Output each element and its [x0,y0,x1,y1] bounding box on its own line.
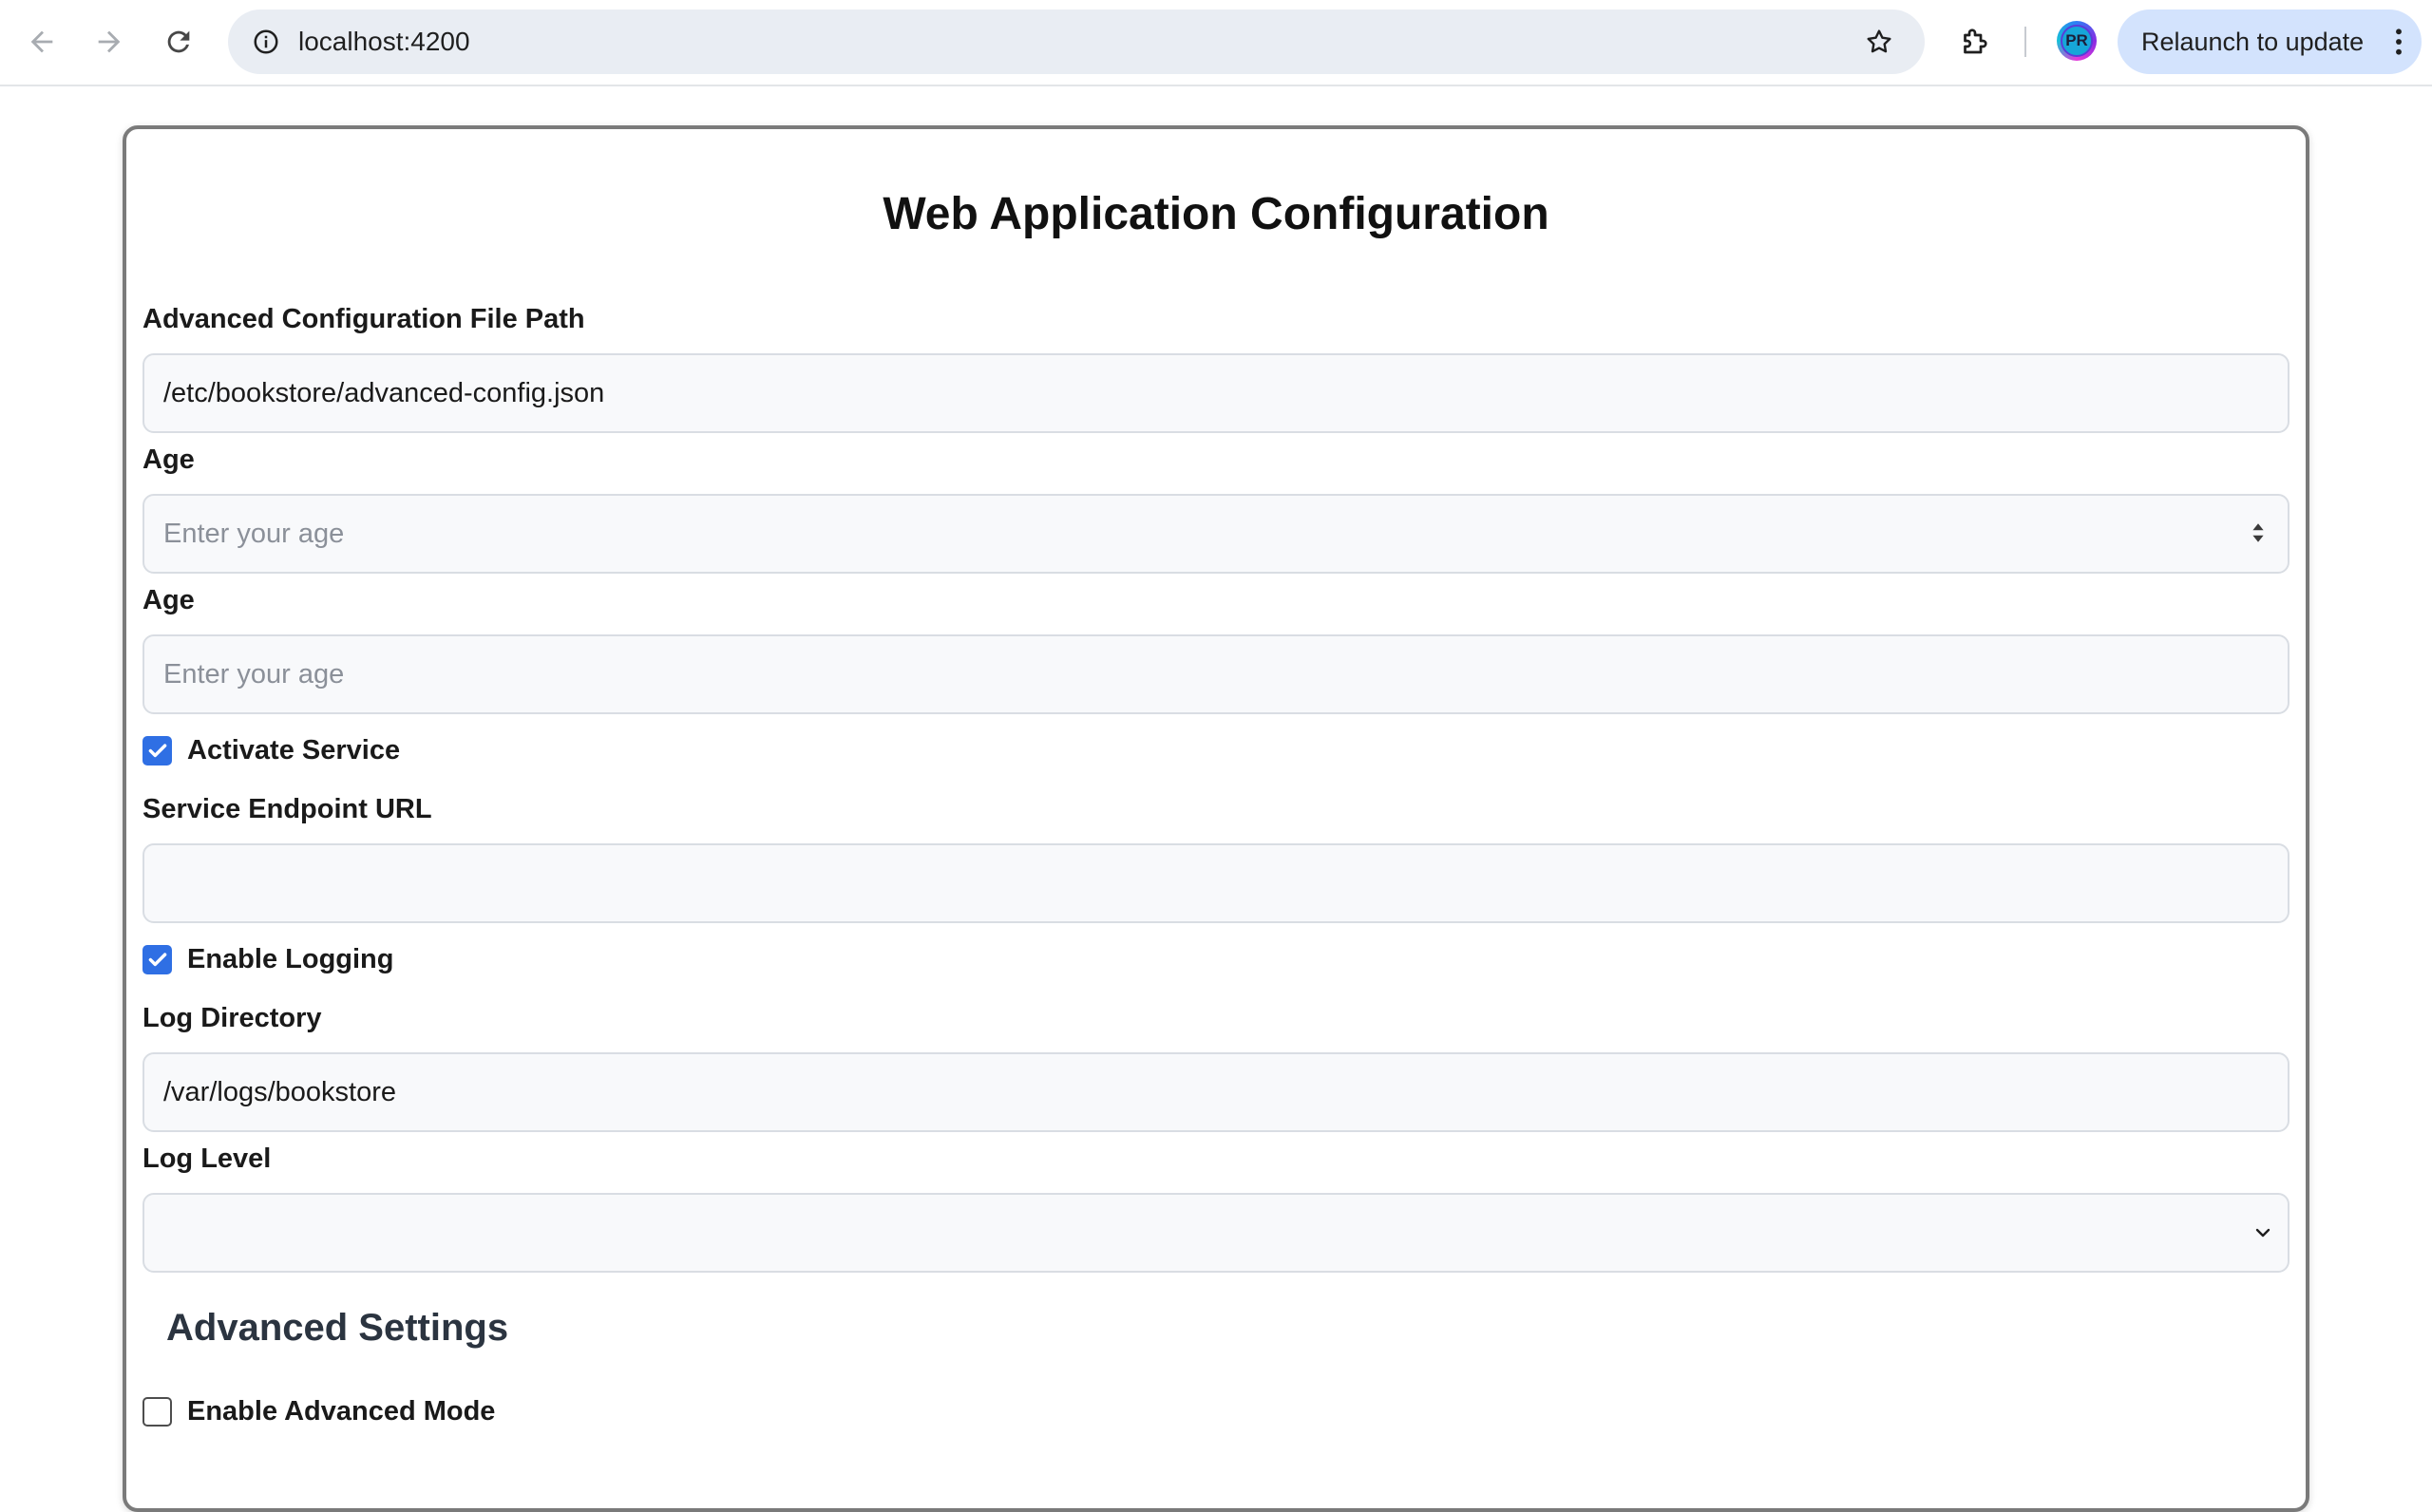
toolbar-divider [2024,27,2026,57]
log-level-select-box[interactable] [142,1193,2290,1273]
page-title: Web Application Configuration [883,189,1549,239]
checkmark-icon [148,953,166,967]
activate-service-checkbox[interactable] [142,735,172,765]
enable-logging-label[interactable]: Enable Logging [187,944,394,975]
profile-avatar[interactable]: PR [2057,21,2097,61]
age-number-field [142,494,2290,574]
activate-service-row[interactable]: Activate Service [142,731,400,769]
reload-button[interactable] [154,17,203,66]
url-text[interactable]: localhost:4200 [298,9,470,74]
log-level-label: Log Level [142,1143,272,1174]
enable-advanced-mode-row[interactable]: Enable Advanced Mode [142,1392,495,1430]
relaunch-to-update-button[interactable]: Relaunch to update [2118,9,2422,74]
back-button[interactable] [17,17,66,66]
relaunch-label: Relaunch to update [2141,28,2365,56]
chevron-down-icon [2250,1219,2276,1246]
number-spinner[interactable] [2244,515,2272,551]
enable-advanced-mode-label[interactable]: Enable Advanced Mode [187,1396,495,1427]
bookmark-star-icon[interactable] [1860,23,1898,61]
avatar-initials: PR [2061,25,2093,57]
checkmark-icon [148,744,166,758]
address-bar[interactable]: localhost:4200 [228,9,1925,74]
age-label: Age [142,585,195,615]
browser-toolbar: localhost:4200 PR Relaunch to update [0,0,2432,86]
extensions-puzzle-icon[interactable] [1953,19,1997,63]
reload-icon [167,30,190,53]
service-endpoint-input[interactable] [142,843,2290,923]
log-directory-input[interactable] [142,1052,2290,1132]
enable-logging-checkbox[interactable] [142,944,172,974]
age-text-input[interactable] [142,634,2290,714]
service-endpoint-label: Service Endpoint URL [142,794,432,824]
config-path-input[interactable] [142,353,2290,433]
forward-arrow-icon [98,30,121,53]
config-form-card: Web Application Configuration Advanced C… [123,125,2309,1512]
age-number-input[interactable] [142,494,2290,574]
back-arrow-icon [30,30,53,53]
config-path-label: Advanced Configuration File Path [142,304,585,334]
log-level-select[interactable] [142,1193,2290,1273]
activate-service-label[interactable]: Activate Service [187,735,400,766]
enable-advanced-mode-checkbox[interactable] [142,1396,172,1427]
spinner-arrows-icon [2252,523,2264,542]
kebab-menu-icon[interactable] [2389,23,2408,61]
age-label: Age [142,444,195,475]
advanced-settings-heading: Advanced Settings [166,1307,509,1349]
site-info-icon[interactable] [247,23,285,61]
enable-logging-row[interactable]: Enable Logging [142,940,394,978]
log-directory-label: Log Directory [142,1003,322,1033]
forward-button[interactable] [85,17,134,66]
